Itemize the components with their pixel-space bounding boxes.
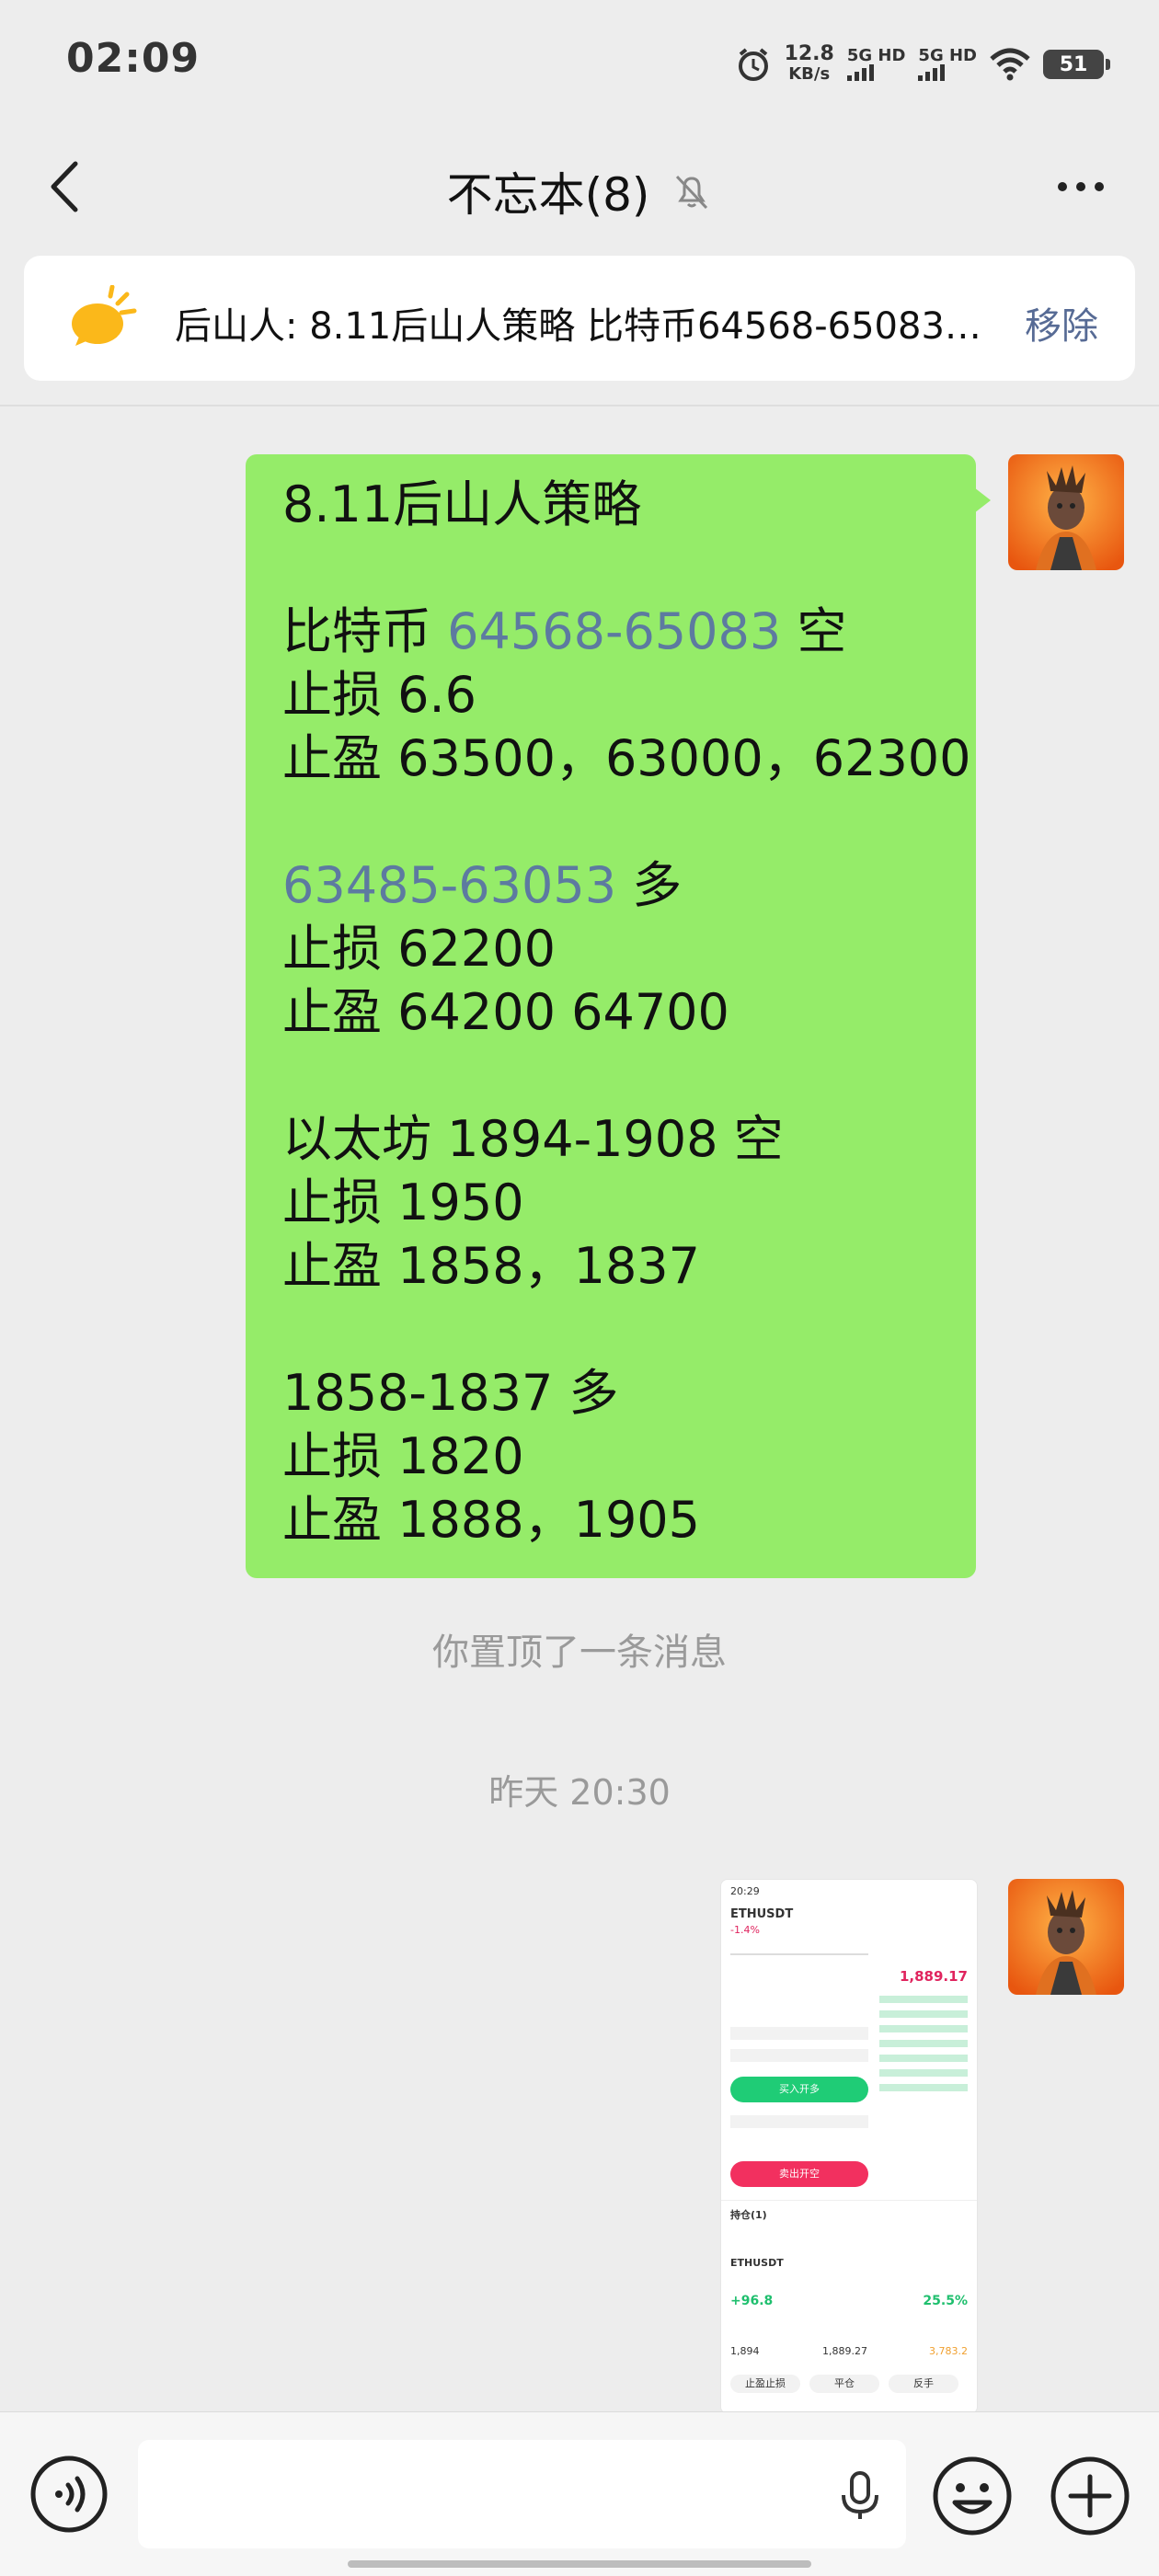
sim1-label: 5G HD [846,46,906,65]
message-line-suffix: 多 [616,856,683,914]
sim2-signal: 5G HD [918,48,977,81]
message-line-text: 8.11后山人策略 [282,475,642,533]
avatar-image [1008,1879,1124,1995]
message-line-text: 1858-1837 多 [282,1364,619,1422]
message-line [282,790,958,853]
message-text: 8.11后山人策略 比特币 64568-65083 空止损 6.6 止盈 63500… [282,473,971,1551]
thumb-btn1: 止盈止损 [730,2375,800,2393]
message-line-text: 止盈 63500，63000，62300 [282,729,971,787]
sim2-label: 5G HD [918,46,977,65]
add-more-icon[interactable] [1049,2455,1131,2537]
status-time: 02:09 [66,35,201,82]
thumb-pos-pair: ETHUSDT [730,2257,784,2269]
sim1-signal: 5G HD [846,46,906,81]
chat-header: 不忘本(8) [0,120,1159,253]
message-line-text: 止损 1820 [282,1427,524,1485]
message-line: 止损 6.6 [282,663,958,727]
message-line-text: 以太坊 1894-1908 空 [282,1110,784,1168]
message-line [282,1298,958,1361]
thumb-input [730,2027,868,2040]
emoji-icon[interactable] [931,2455,1014,2537]
status-bar: 02:09 12.8 KB/s 5G HD 5G HD 51 [0,0,1159,120]
thumb-price: 1,889.17 [899,1968,968,1985]
message-line-text: 止盈 1858，1837 [282,1237,701,1295]
battery-icon: 51 [1043,50,1110,79]
message-line-text: 止损 1950 [282,1174,524,1231]
thumb-orderbook [879,1988,968,2154]
announcement-icon [72,285,137,346]
microphone-icon[interactable] [832,2467,888,2523]
status-icons: 12.8 KB/s 5G HD 5G HD 51 [735,37,1110,92]
pinned-message-text: 后山人: 8.11后山人策略 比特币64568-65083空 止损6.6 [175,305,1003,348]
signal-bars-icon [918,64,946,81]
signal-bars-icon [846,64,874,81]
message-line: 1858-1837 多 [282,1361,958,1425]
message-line: 止盈 1888，1905 [282,1488,958,1551]
thumb-roe: 25.5% [923,2294,968,2308]
message-line: 止盈 64200 64700 [282,980,958,1044]
voice-mode-icon[interactable] [29,2455,109,2534]
message-line [282,536,958,600]
message-line: 8.11后山人策略 [282,473,958,536]
time-separator: 昨天 20:30 [488,1772,671,1813]
thumb-btn2: 平仓 [809,2375,879,2393]
message-line: 止损 1950 [282,1171,958,1234]
more-options-icon[interactable] [1039,155,1122,219]
message-line: 止盈 63500，63000，62300 [282,727,971,790]
message-line-text: 止盈 64200 64700 [282,983,729,1041]
message-line: 以太坊 1894-1908 空 [282,1107,958,1171]
message-line-text: 比特币 [282,602,448,660]
avatar[interactable] [1008,1879,1124,1995]
image-message-thumbnail[interactable]: 20:29 ETHUSDT -1.4% 1,889.17 买入开多 卖出开空 持… [720,1879,978,2414]
thumb-sell-button: 卖出开空 [730,2161,868,2187]
message-line-suffix: 空 [781,602,847,660]
home-indicator[interactable] [348,2560,811,2568]
thumb-mark: 1,889.27 [822,2345,867,2357]
thumb-liq: 3,783.2 [929,2345,968,2357]
message-line-highlight[interactable]: 63485-63053 [282,856,616,914]
thumb-time: 20:29 [730,1885,760,1897]
message-input[interactable] [138,2440,906,2548]
message-line: 比特币 64568-65083 空 [282,600,958,663]
thumb-buy-button: 买入开多 [730,2077,868,2102]
alarm-icon [738,48,768,81]
message-line-text: 止损 62200 [282,920,556,978]
message-line-highlight[interactable]: 64568-65083 [447,602,781,660]
thumb-change: -1.4% [730,1924,760,1936]
thumb-input [730,2115,868,2128]
thumb-divider [721,2200,977,2201]
speed-unit: KB/s [788,64,831,84]
header-divider [0,405,1159,406]
thumb-btn3: 反手 [889,2375,958,2393]
message-line [282,1044,958,1107]
message-bubble[interactable]: 8.11后山人策略 比特币 64568-65083 空止损 6.6 止盈 63500… [246,454,991,1578]
avatar-image [1008,454,1124,570]
mute-bell-icon [676,175,708,210]
remove-pin-button[interactable]: 移除 [1025,296,1098,349]
message-line: 止损 1820 [282,1425,958,1488]
avatar[interactable] [1008,454,1124,570]
message-line: 63485-63053 多 [282,853,958,917]
message-line-text: 止损 6.6 [282,666,477,724]
thumb-slider [730,1953,868,1955]
chat-input-bar [0,2411,1159,2576]
message-line-text: 止盈 1888，1905 [282,1491,701,1549]
message-line: 止盈 1858，1837 [282,1234,958,1298]
pinned-message-bar[interactable]: 后山人: 8.11后山人策略 比特币64568-65083空 止损6.6 移除 [24,256,1135,381]
message-line: 止损 62200 [282,917,958,980]
network-speed: 12.8 KB/s [785,44,834,85]
thumb-pair: ETHUSDT [730,1907,794,1921]
wifi-icon [990,48,1030,81]
thumb-tab: 持仓(1) [730,2209,767,2221]
thumb-input [730,2049,868,2062]
chat-title: 不忘本(8) [446,168,650,222]
pinned-system-notice: 你置顶了一条消息 [432,1631,727,1674]
chat-title-wrap: 不忘本(8) [0,158,1159,224]
speed-value: 12.8 [784,42,834,65]
